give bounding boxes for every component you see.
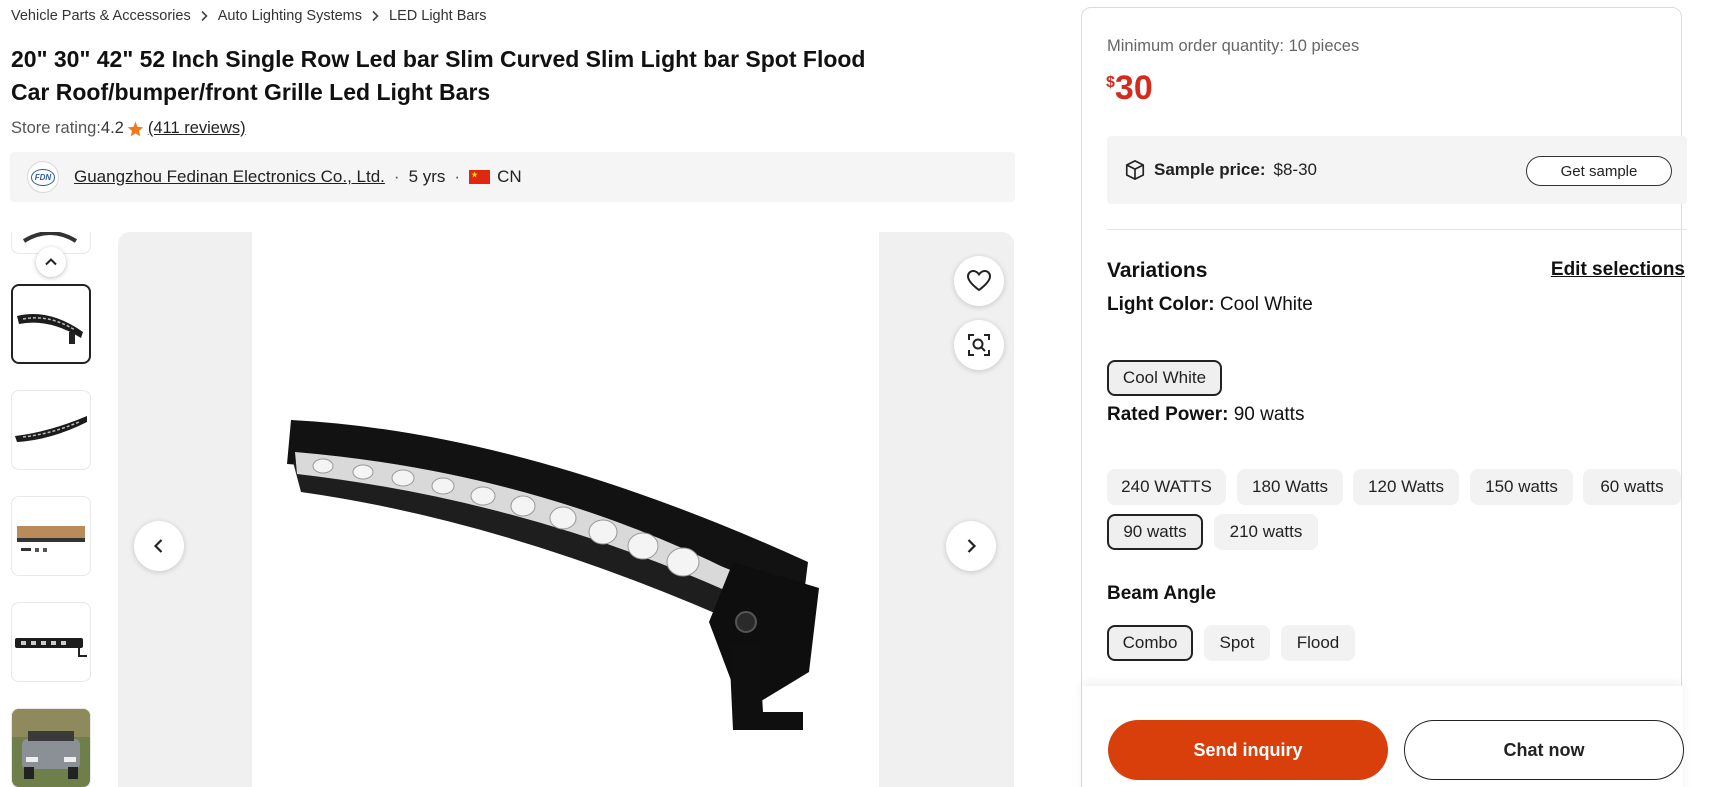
sample-price-label: Sample price: [1154, 160, 1266, 179]
led-light-bar-image [287, 420, 819, 730]
action-bar: Send inquiry Chat now [1082, 686, 1684, 787]
chevron-up-icon [45, 258, 57, 266]
divider [1107, 229, 1687, 230]
thumbnail-car-photo[interactable] [11, 708, 91, 787]
breadcrumb-item-led-light-bars[interactable]: LED Light Bars [389, 8, 487, 24]
supplier-name-link[interactable]: Guangzhou Fedinan Electronics Co., Ltd. [74, 167, 385, 187]
option-power-210w[interactable]: 210 watts [1214, 514, 1318, 550]
box-icon [1125, 160, 1145, 180]
send-inquiry-button[interactable]: Send inquiry [1108, 720, 1388, 780]
option-light-color-cool-white[interactable]: Cool White [1107, 360, 1222, 396]
sample-price-box: Sample price: $8-30 Get sample [1107, 136, 1687, 204]
image-search-icon [968, 334, 990, 356]
store-rating: Store rating: 4.2 (411 reviews) [11, 119, 246, 138]
breadcrumb: Vehicle Parts & Accessories Auto Lightin… [11, 8, 487, 24]
option-beam-combo[interactable]: Combo [1107, 625, 1193, 661]
price-currency: $ [1106, 74, 1115, 91]
rating-value: 4.2 [100, 119, 124, 137]
light-color-attribute: Light Color: Cool White [1107, 294, 1313, 316]
supplier-logo-text: FDN [30, 168, 56, 186]
supplier-bar: FDN Guangzhou Fedinan Electronics Co., L… [10, 152, 1015, 202]
rating-label: Store rating: [11, 119, 101, 137]
option-power-240w[interactable]: 240 WATTS [1107, 469, 1226, 505]
option-beam-spot[interactable]: Spot [1204, 625, 1270, 661]
get-sample-button[interactable]: Get sample [1526, 156, 1672, 186]
chevron-left-icon [153, 539, 163, 553]
supplier-logo: FDN [27, 161, 59, 193]
option-beam-flood[interactable]: Flood [1281, 625, 1355, 661]
thumbnail-curved-bar-2[interactable] [11, 390, 91, 470]
thumbnails-scroll-up-button[interactable] [36, 247, 66, 277]
china-flag-icon [469, 170, 491, 184]
sample-price-value: $8-30 [1273, 160, 1317, 179]
option-power-180w[interactable]: 180 Watts [1237, 469, 1343, 505]
beam-angle-attribute: Beam Angle [1107, 583, 1216, 605]
chevron-right-icon [371, 10, 379, 22]
light-color-label: Light Color: [1107, 294, 1215, 315]
heart-icon [966, 269, 992, 292]
thumbnail-package[interactable] [11, 496, 91, 576]
breadcrumb-item-auto-lighting[interactable]: Auto Lighting Systems [218, 8, 362, 24]
option-power-90w[interactable]: 90 watts [1107, 514, 1203, 550]
rated-power-label: Rated Power: [1107, 404, 1229, 425]
breadcrumb-item-vehicle-parts[interactable]: Vehicle Parts & Accessories [11, 8, 191, 24]
purchase-panel: Minimum order quantity: 10 pieces $ 30 S… [1081, 7, 1687, 787]
beam-angle-label: Beam Angle [1107, 583, 1217, 604]
price-amount: 30 [1114, 69, 1153, 107]
main-product-image [118, 232, 1014, 787]
image-search-button[interactable] [954, 320, 1004, 370]
star-icon [127, 121, 144, 137]
option-power-120w[interactable]: 120 Watts [1353, 469, 1459, 505]
previous-image-button[interactable] [134, 521, 184, 571]
thumbnail-curved-bar-1[interactable] [11, 284, 91, 364]
separator-dot: · [454, 167, 461, 186]
separator-dot: · [393, 167, 400, 186]
next-image-button[interactable] [946, 521, 996, 571]
supplier-country: CN [497, 167, 522, 186]
chat-now-button[interactable]: Chat now [1404, 720, 1684, 780]
option-power-150w[interactable]: 150 watts [1470, 469, 1573, 505]
rated-power-attribute: Rated Power: 90 watts [1107, 404, 1304, 426]
variations-title: Variations [1107, 259, 1208, 282]
light-color-selected: Cool White [1219, 294, 1313, 315]
chevron-right-icon [200, 10, 208, 22]
thumbnail-straight-bar[interactable] [11, 602, 91, 682]
reviews-link[interactable]: (411 reviews) [148, 119, 246, 138]
edit-selections-link[interactable]: Edit selections [1551, 259, 1685, 281]
chevron-right-icon [967, 539, 977, 553]
product-title: 20" 30" 42" 52 Inch Single Row Led bar S… [11, 46, 866, 105]
minimum-order-quantity: Minimum order quantity: 10 pieces [1107, 37, 1360, 55]
thumbnail-strip [11, 232, 91, 787]
option-power-60w[interactable]: 60 watts [1583, 469, 1681, 505]
rated-power-selected: 90 watts [1233, 404, 1305, 425]
price: $ 30 [1106, 68, 1153, 108]
favorite-button[interactable] [954, 256, 1004, 306]
supplier-years: 5 yrs [408, 167, 446, 186]
